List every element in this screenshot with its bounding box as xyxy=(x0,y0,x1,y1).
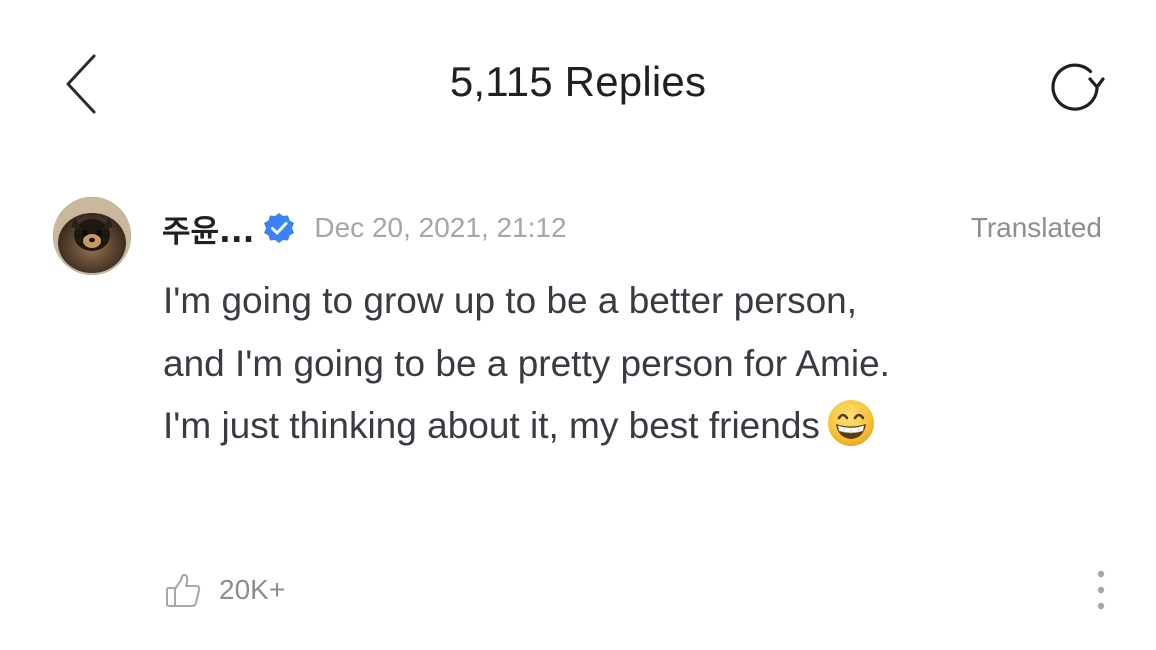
refresh-icon xyxy=(1051,63,1105,111)
refresh-button[interactable] xyxy=(1038,50,1112,124)
like-button[interactable]: 20K+ xyxy=(163,570,285,610)
like-count: 20K+ xyxy=(219,574,286,605)
reply-actions: 20K+ xyxy=(163,565,1116,615)
more-vertical-icon xyxy=(1097,570,1105,610)
grinning-emoji-icon xyxy=(826,398,876,448)
reply-text: I'm going to grow up to be a better pers… xyxy=(163,270,893,458)
reply-item: 주윤... Dec 20, 2021, 21:12 Translated I'm… xyxy=(0,175,1156,650)
verified-badge-icon xyxy=(262,211,296,245)
reply-meta: 주윤... Dec 20, 2021, 21:12 Translated xyxy=(162,205,1102,251)
avatar[interactable] xyxy=(53,197,131,275)
header: 5,115 Replies xyxy=(0,0,1156,175)
username[interactable]: 주윤... xyxy=(162,206,254,251)
reply-text-content: I'm going to grow up to be a better pers… xyxy=(163,280,890,446)
translated-label[interactable]: Translated xyxy=(971,212,1102,244)
page-title: 5,115 Replies xyxy=(449,58,707,105)
more-options-button[interactable] xyxy=(1086,565,1116,615)
reply-timestamp: Dec 20, 2021, 21:12 xyxy=(314,212,567,243)
thumbs-up-icon xyxy=(166,573,201,607)
